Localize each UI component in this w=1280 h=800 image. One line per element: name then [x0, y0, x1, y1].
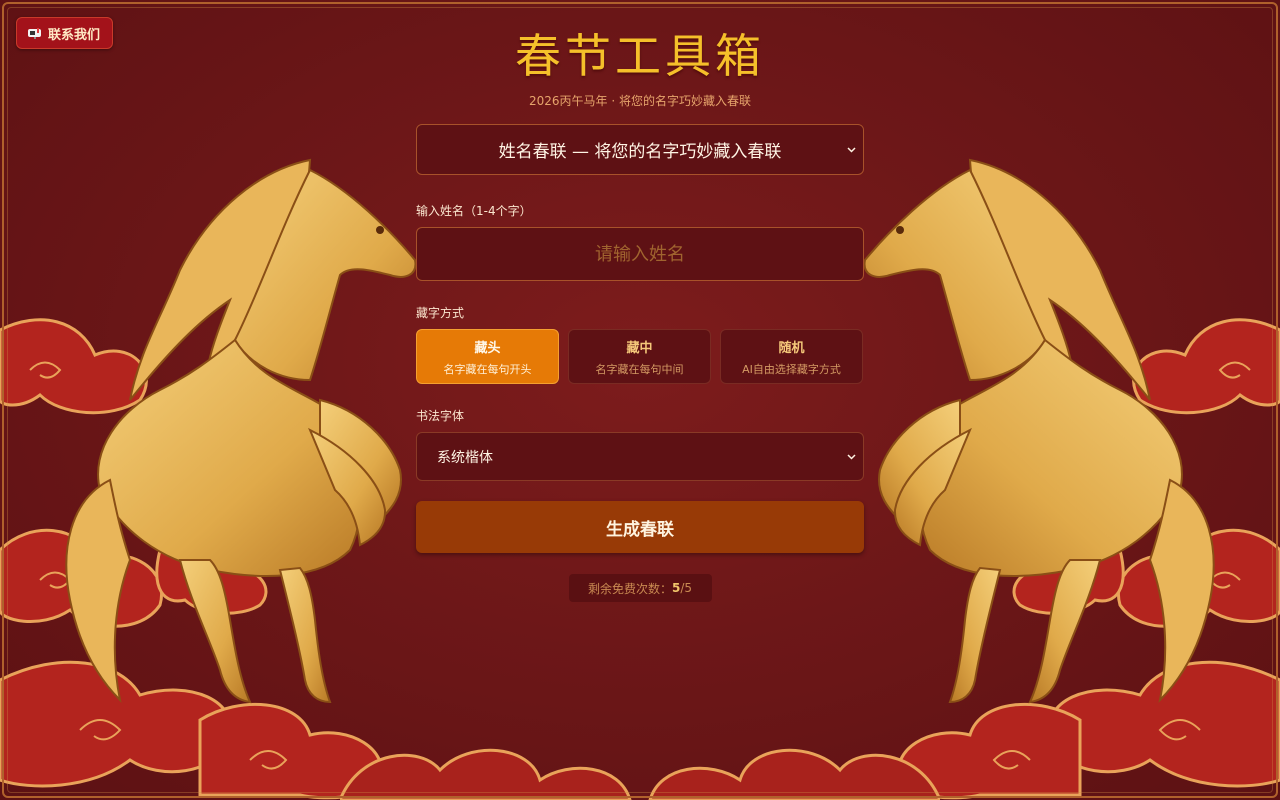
mode-option-middle[interactable]: 藏中 名字藏在每句中间 [568, 329, 711, 384]
mode-option-desc: AI自由选择藏字方式 [742, 363, 841, 376]
mode-option-title: 藏头 [474, 341, 501, 356]
mode-option-desc: 名字藏在每句开头 [443, 363, 532, 376]
generate-couplet-button[interactable]: 生成春联 [416, 501, 864, 553]
name-input[interactable] [416, 227, 864, 281]
font-select[interactable]: 系统楷体 [416, 432, 864, 481]
name-field-label: 输入姓名（1-4个字） [416, 204, 532, 218]
generate-button-label: 生成春联 [606, 519, 674, 540]
mode-option-title: 随机 [778, 341, 805, 356]
couplet-form: 姓名春联 — 将您的名字巧妙藏入春联 输入姓名（1-4个字） 藏字方式 藏头 名… [416, 124, 864, 602]
quota-prefix: 剩余免费次数： [587, 581, 672, 596]
mode-option-desc: 名字藏在每句中间 [595, 363, 684, 376]
quota-remaining: 5 [671, 581, 681, 595]
hide-mode-label: 藏字方式 [416, 306, 465, 320]
free-quota-badge: 剩余免费次数： 5 /5 [568, 574, 712, 602]
font-field-label: 书法字体 [416, 409, 465, 423]
chevron-down-icon [847, 453, 856, 460]
hide-mode-options: 藏头 名字藏在每句开头 藏中 名字藏在每句中间 随机 AI自由选择藏字方式 [416, 329, 864, 384]
page-title: 春节工具箱 [515, 29, 765, 83]
mode-option-random[interactable]: 随机 AI自由选择藏字方式 [720, 329, 863, 384]
mode-option-head[interactable]: 藏头 名字藏在每句开头 [416, 329, 559, 384]
page-subtitle: 2026丙午马年 · 将您的名字巧妙藏入春联 [529, 94, 751, 108]
tool-type-select-value: 姓名春联 — 将您的名字巧妙藏入春联 [498, 142, 782, 162]
mode-option-title: 藏中 [626, 341, 653, 356]
chevron-down-icon [847, 146, 856, 153]
quota-total: /5 [680, 581, 693, 595]
page-header: 春节工具箱 2026丙午马年 · 将您的名字巧妙藏入春联 [0, 26, 1280, 109]
font-select-value: 系统楷体 [437, 449, 493, 466]
tool-type-select[interactable]: 姓名春联 — 将您的名字巧妙藏入春联 [416, 124, 864, 175]
